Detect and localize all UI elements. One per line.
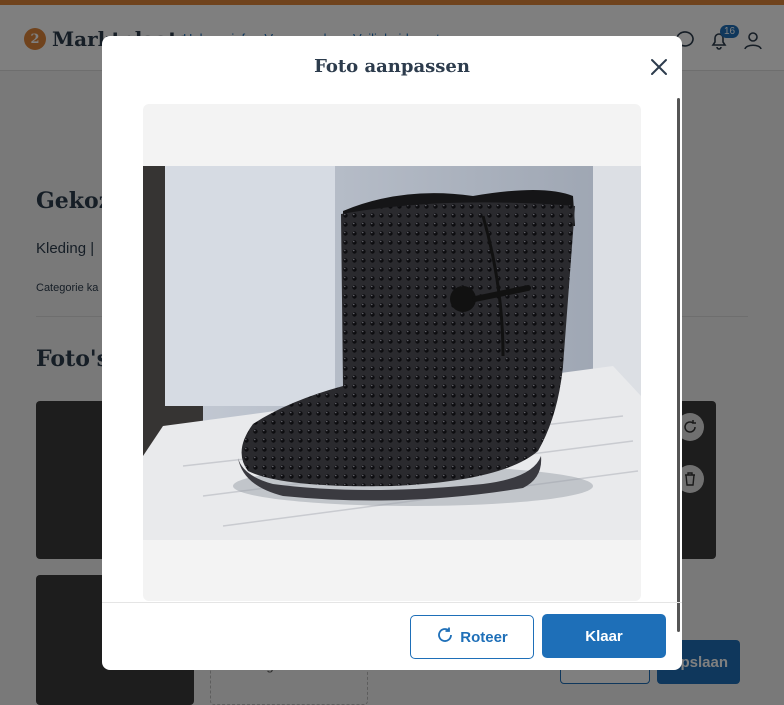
close-icon[interactable] bbox=[648, 56, 670, 78]
edit-photo-dialog: Foto aanpassen Roteer Klaar bbox=[102, 36, 682, 670]
dialog-footer-divider bbox=[102, 602, 682, 603]
rotate-button-label: Roteer bbox=[460, 628, 508, 646]
dialog-title: Foto aanpassen bbox=[314, 56, 470, 77]
rotate-icon bbox=[436, 626, 454, 648]
photo-preview bbox=[143, 104, 641, 601]
dialog-scrollbar[interactable] bbox=[677, 98, 680, 632]
done-button[interactable]: Klaar bbox=[542, 614, 666, 658]
rotate-button[interactable]: Roteer bbox=[410, 615, 534, 659]
boot-photo bbox=[143, 166, 641, 540]
